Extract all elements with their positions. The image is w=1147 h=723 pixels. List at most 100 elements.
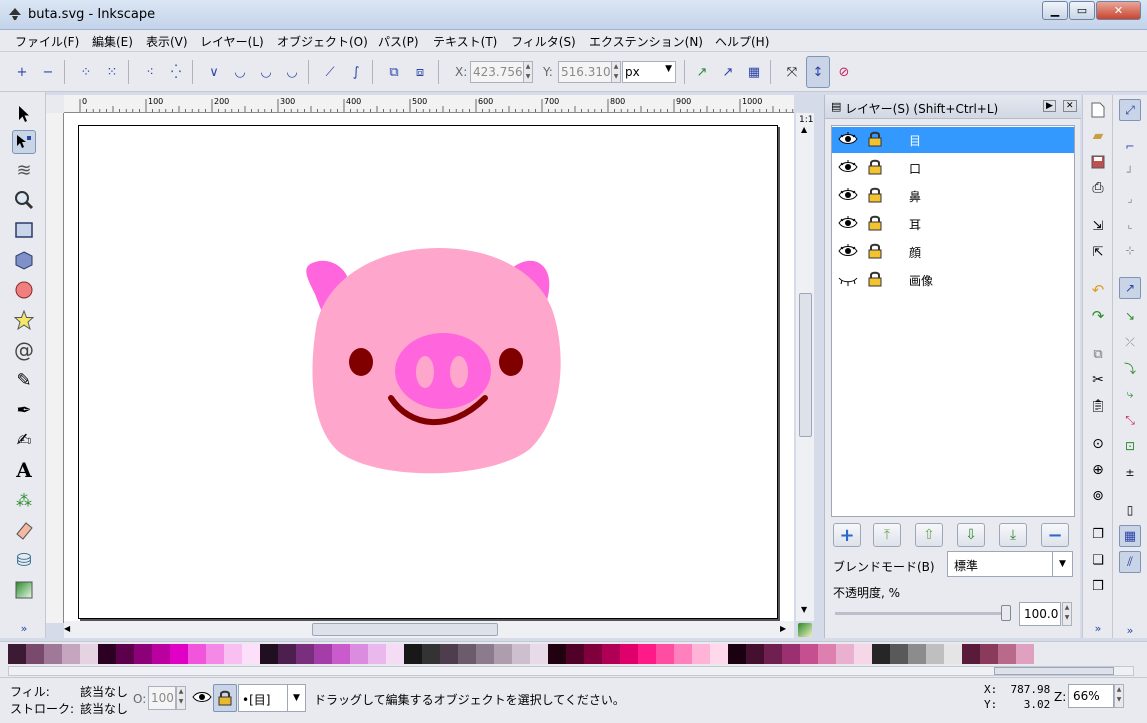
join-segment-icon[interactable]: ⁖	[140, 62, 160, 82]
pig-right-eye[interactable]	[499, 348, 523, 376]
node-smooth-icon[interactable]: ◡	[230, 62, 250, 82]
canvas[interactable]	[64, 113, 794, 621]
color-swatch[interactable]	[890, 644, 908, 664]
pen-tool-icon[interactable]: ✒	[12, 398, 36, 422]
text-tool-icon[interactable]: A	[12, 458, 36, 482]
node-cusp-icon[interactable]: ∨	[204, 62, 224, 82]
scroll-right-icon[interactable]: ▶	[780, 624, 786, 633]
color-swatch[interactable]	[494, 644, 512, 664]
color-swatch[interactable]	[296, 644, 314, 664]
eye-open-icon[interactable]	[838, 214, 858, 235]
color-swatch[interactable]	[926, 644, 944, 664]
menu-filter[interactable]: フィルタ(S)	[511, 33, 576, 50]
layer-row[interactable]: 口	[832, 155, 1074, 181]
color-swatch[interactable]	[332, 644, 350, 664]
palette-swatches[interactable]	[8, 644, 1034, 664]
object-opacity-field[interactable]: 100	[148, 686, 176, 710]
eraser-tool-icon[interactable]	[12, 518, 36, 542]
current-layer-select[interactable]: •[目] ▼	[238, 684, 306, 712]
show-path-outline-icon[interactable]: ⊘	[834, 62, 854, 82]
eye-open-icon[interactable]	[838, 186, 858, 207]
color-swatch[interactable]	[674, 644, 692, 664]
add-layer-button[interactable]: +	[833, 523, 861, 547]
horizontal-scrollbar[interactable]: ◀ ▶	[64, 621, 794, 638]
pig-left-eye[interactable]	[349, 348, 373, 376]
new-document-icon[interactable]	[1089, 101, 1107, 119]
undo-icon[interactable]: ↶	[1089, 281, 1107, 299]
color-swatch[interactable]	[728, 644, 746, 664]
snap-bbox-edge-icon[interactable]: ┘	[1119, 161, 1141, 183]
snap-midpoint-icon[interactable]: ⤡	[1119, 409, 1141, 431]
color-swatch[interactable]	[512, 644, 530, 664]
color-swatch[interactable]	[620, 644, 638, 664]
node-symmetric-icon[interactable]: ◡	[256, 62, 276, 82]
save-icon[interactable]	[1089, 153, 1107, 171]
panel-iconify-icon[interactable]: ▶	[1043, 100, 1056, 112]
snap-path-icon[interactable]: ↘	[1119, 305, 1141, 327]
color-swatch[interactable]	[800, 644, 818, 664]
snap-guide-icon[interactable]: ⫽	[1119, 551, 1141, 573]
star-tool-icon[interactable]	[12, 308, 36, 332]
segment-line-icon[interactable]: ⟋	[320, 62, 340, 82]
gradient-tool-icon[interactable]	[12, 578, 36, 602]
color-swatch[interactable]	[206, 644, 224, 664]
snap-bbox-center-icon[interactable]: ⊹	[1119, 239, 1141, 261]
menu-object[interactable]: オブジェクト(O)	[277, 33, 368, 50]
color-swatch[interactable]	[26, 644, 44, 664]
color-swatch[interactable]	[80, 644, 98, 664]
export-icon[interactable]: ⇱	[1089, 243, 1107, 261]
zoom-page-icon[interactable]: ⊚	[1089, 487, 1107, 505]
copy-icon[interactable]: ⧉	[1089, 345, 1107, 363]
layer-row[interactable]: 鼻	[832, 183, 1074, 209]
snap-rotation-center-icon[interactable]: ±	[1119, 461, 1141, 483]
color-swatch[interactable]	[998, 644, 1016, 664]
zoom-tool-icon[interactable]	[12, 188, 36, 212]
delete-node-icon[interactable]: −	[38, 62, 58, 82]
lock-icon[interactable]	[868, 243, 882, 262]
color-swatch[interactable]	[368, 644, 386, 664]
document-page[interactable]	[78, 125, 778, 619]
color-swatch[interactable]	[836, 644, 854, 664]
path-effect-mask-icon[interactable]: ▦	[744, 62, 764, 82]
vertical-scrollbar[interactable]: 1:1 ▲ ▼	[796, 113, 814, 621]
scroll-left-icon[interactable]: ◀	[64, 624, 70, 633]
color-swatch[interactable]	[242, 644, 260, 664]
color-swatch[interactable]	[458, 644, 476, 664]
snap-bbox-icon[interactable]: ⌐	[1119, 135, 1141, 157]
color-swatch[interactable]	[548, 644, 566, 664]
toggle-layer-visibility-icon[interactable]	[192, 688, 212, 709]
lock-icon[interactable]	[868, 131, 882, 150]
print-icon[interactable]: ⎙	[1089, 179, 1107, 197]
color-swatch[interactable]	[584, 644, 602, 664]
pig-nose[interactable]	[395, 333, 491, 409]
menu-path[interactable]: パス(P)	[378, 33, 419, 50]
zoom-selection-icon[interactable]: ⊙	[1089, 435, 1107, 453]
y-spinner[interactable]: ▲ ▼	[611, 61, 621, 83]
duplicate-icon[interactable]: ❐	[1089, 525, 1107, 543]
eye-open-icon[interactable]	[838, 130, 858, 151]
color-swatch[interactable]	[1016, 644, 1034, 664]
snap-enable-icon[interactable]: ⤢	[1119, 99, 1141, 121]
cut-icon[interactable]: ✂	[1089, 371, 1107, 389]
layer-list[interactable]: 目口鼻耳顔画像	[831, 125, 1075, 517]
color-swatch[interactable]	[170, 644, 188, 664]
color-swatch[interactable]	[908, 644, 926, 664]
snap-page-icon[interactable]: ▯	[1119, 499, 1141, 521]
color-swatch[interactable]	[62, 644, 80, 664]
import-icon[interactable]: ⇲	[1089, 217, 1107, 235]
spray-tool-icon[interactable]: ⁂	[12, 488, 36, 512]
color-swatch[interactable]	[476, 644, 494, 664]
calligraphy-tool-icon[interactable]: ✍	[12, 428, 36, 452]
snap-grid-icon[interactable]: ▦	[1119, 525, 1141, 547]
menu-view[interactable]: 表示(V)	[146, 33, 188, 50]
more-tools-icon[interactable]: »	[12, 616, 36, 640]
color-swatch[interactable]	[746, 644, 764, 664]
color-swatch[interactable]	[350, 644, 368, 664]
layer-row[interactable]: 顔	[832, 239, 1074, 265]
color-swatch[interactable]	[98, 644, 116, 664]
snap-cusp-icon[interactable]: ⤵	[1119, 357, 1141, 379]
close-button[interactable]: ✕	[1096, 1, 1141, 20]
opacity-field[interactable]: 100.0	[1019, 602, 1061, 626]
more-commands-icon[interactable]: »	[1089, 619, 1107, 637]
color-swatch[interactable]	[656, 644, 674, 664]
